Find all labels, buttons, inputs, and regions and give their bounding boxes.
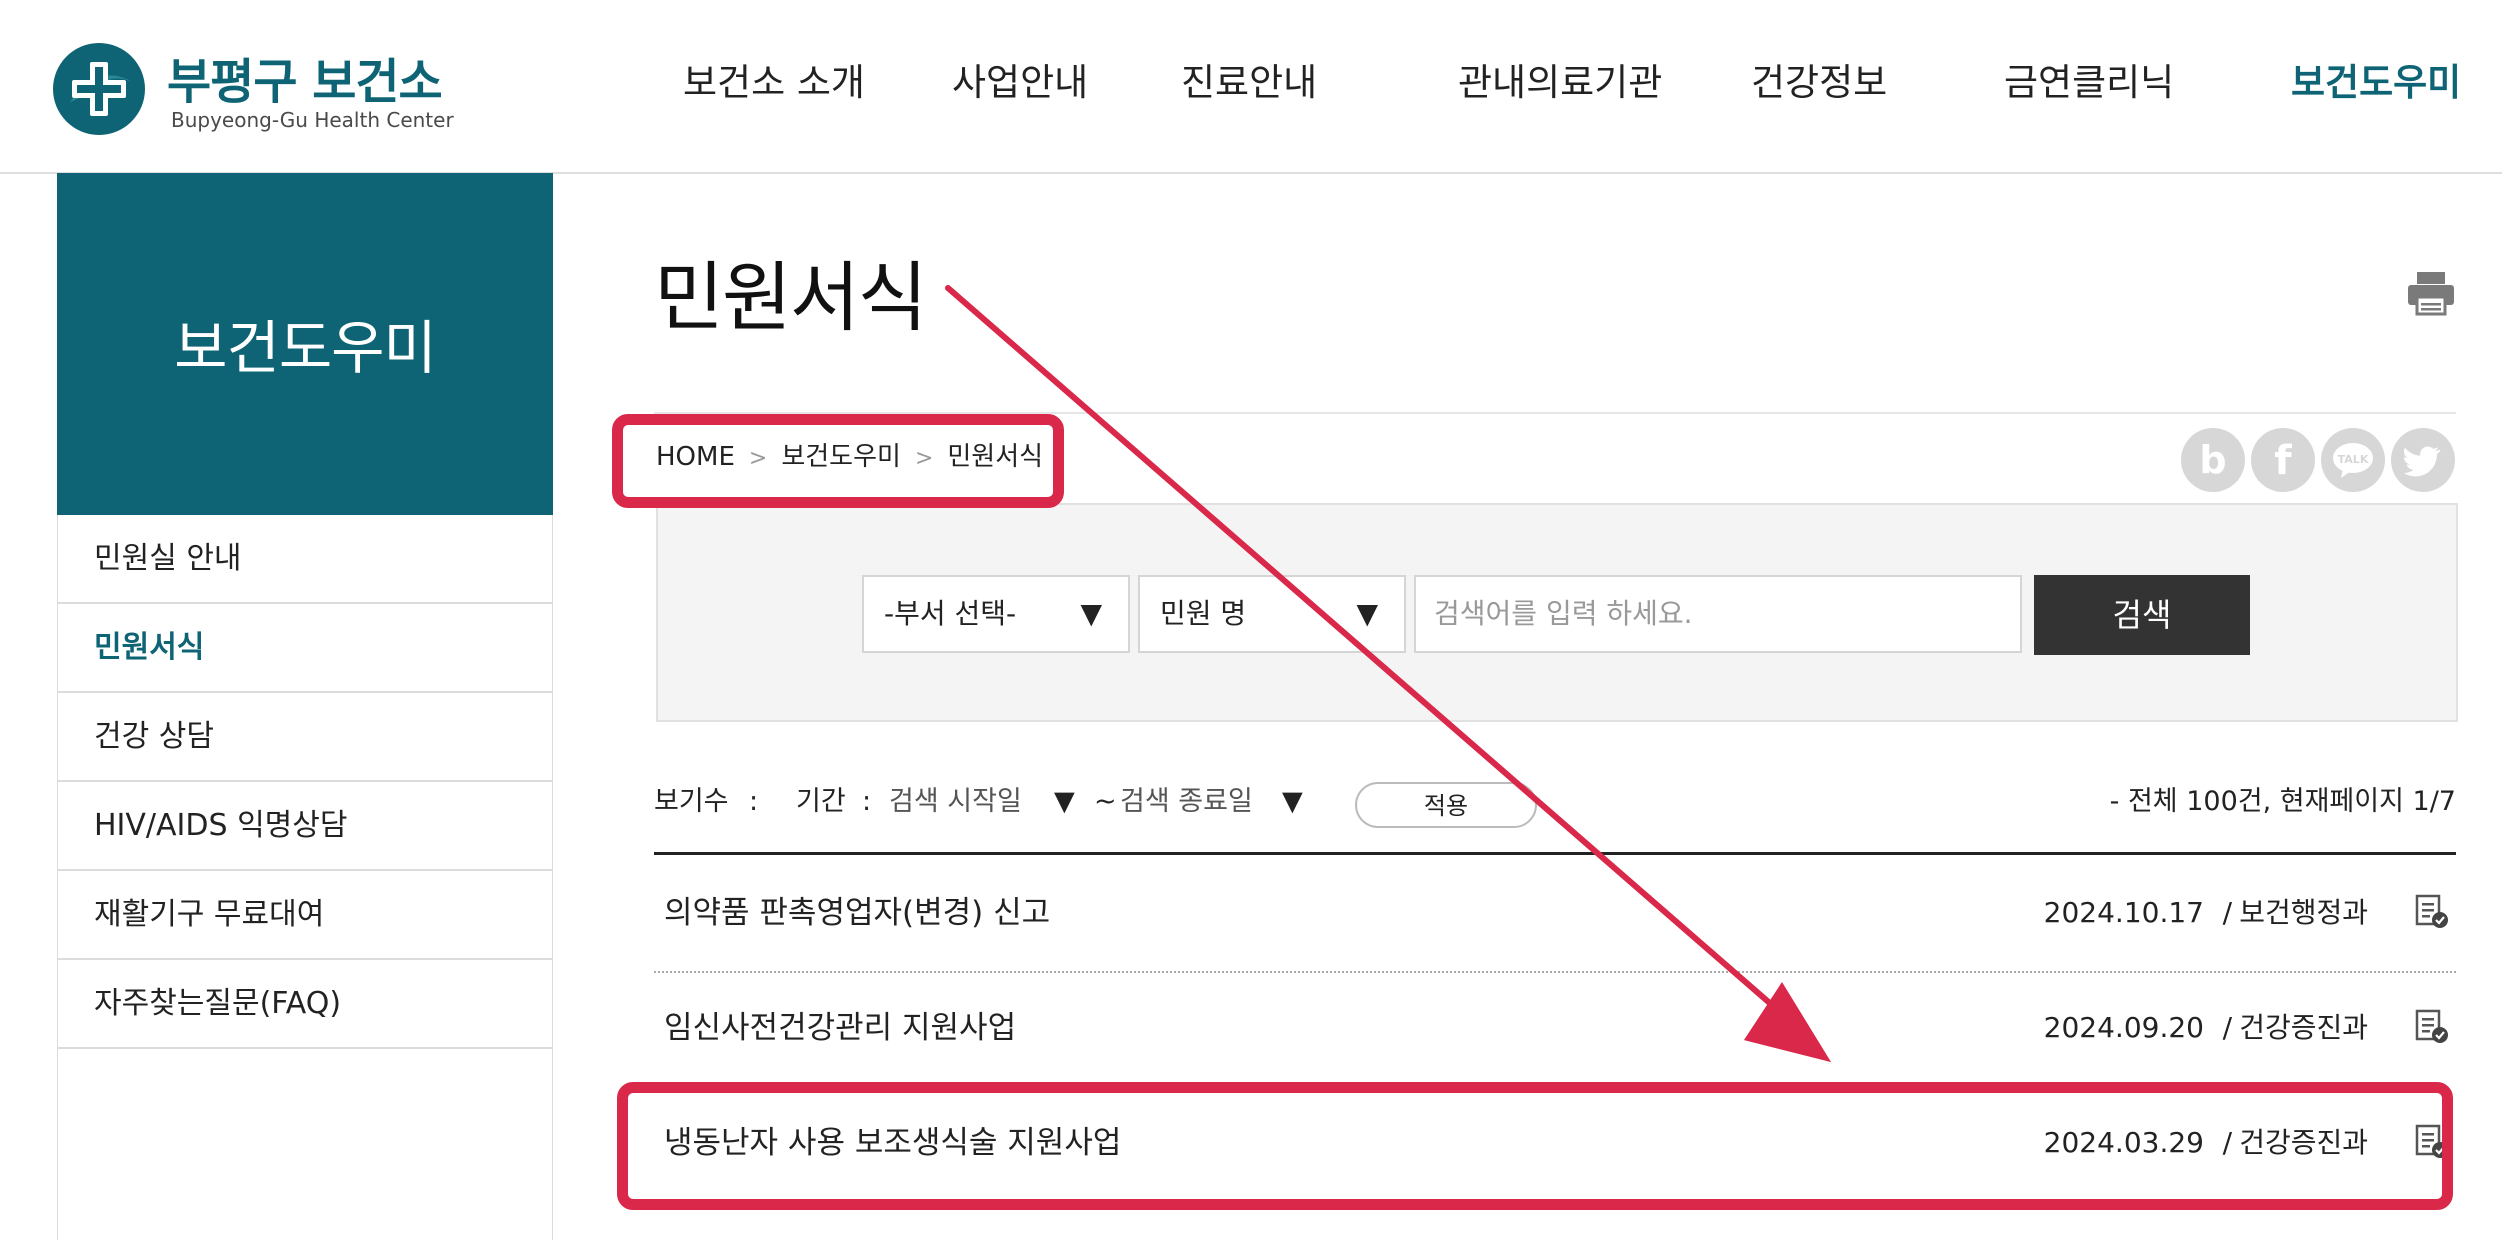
row-date: 2024.09.20 xyxy=(2043,1011,2204,1044)
colon: : xyxy=(749,786,759,817)
nav-item-health-helper[interactable]: 보건도우미 xyxy=(2291,52,2461,106)
nav-item-medical-institutions[interactable]: 관내의료기관 xyxy=(1458,52,1662,106)
page-title: 민원서식 xyxy=(654,253,928,342)
search-input[interactable]: 검색어를 입력 하세요. xyxy=(1414,575,2022,653)
row-date: 2024.10.17 xyxy=(2043,896,2204,929)
row-highlight-box xyxy=(617,1082,2453,1210)
sidebar-item-civil-office[interactable]: 민원실 안내 xyxy=(58,515,552,604)
tilde-separator: ~ xyxy=(1094,786,1117,817)
facebook-icon[interactable]: f xyxy=(2251,428,2315,492)
end-date-select[interactable]: 검색 종료일 xyxy=(1120,782,1253,822)
sidebar-menu: 민원실 안내 민원서식 건강 상담 HIV/AIDS 익명상담 재활기구 무료대… xyxy=(57,515,553,1240)
nav-item-smoking-clinic[interactable]: 금연클리닉 xyxy=(2004,52,2174,106)
apply-button[interactable]: 적용 xyxy=(1355,782,1537,828)
row-separator: / xyxy=(2222,896,2232,929)
department-select-value: -부서 선택- xyxy=(884,597,1017,630)
row-title[interactable]: 의약품 판촉영업자(변경) 신고 xyxy=(664,858,1050,968)
search-panel: -부서 선택- ▼ 민원 명 ▼ 검색어를 입력 하세요. 검색 xyxy=(656,503,2458,722)
list-top-border xyxy=(654,852,2456,855)
kakaotalk-icon[interactable]: TALK xyxy=(2321,428,2385,492)
search-field-select[interactable]: 민원 명 ▼ xyxy=(1138,575,1406,653)
department-select[interactable]: -부서 선택- ▼ xyxy=(862,575,1130,653)
nav-item-programs[interactable]: 사업안내 xyxy=(952,52,1088,106)
document-download-icon[interactable] xyxy=(2414,894,2450,930)
nav-item-about[interactable]: 보건소 소개 xyxy=(683,52,865,106)
nav-item-health-info[interactable]: 건강정보 xyxy=(1751,52,1887,106)
view-count-label: 보기수 xyxy=(654,786,729,817)
main-navigation: 보건소 소개 사업안내 진료안내 관내의료기관 건강정보 금연클리닉 보건도우미 xyxy=(0,52,2502,112)
row-department: 건강증진과 xyxy=(2239,1011,2368,1044)
total-count: - 전체 100건, 현재페이지 1/7 xyxy=(2109,786,2456,817)
period-label: 기간 xyxy=(796,786,846,817)
colon: : xyxy=(862,786,872,817)
dropdown-arrow-icon: ▼ xyxy=(1356,597,1378,630)
sidebar-item-hiv-aids[interactable]: HIV/AIDS 익명상담 xyxy=(58,782,552,871)
sidebar-heading: 보건도우미 xyxy=(57,173,553,515)
search-field-select-value: 민원 명 xyxy=(1160,597,1247,630)
document-download-icon[interactable] xyxy=(2414,1009,2450,1045)
sidebar-item-faq[interactable]: 자주찾는질문(FAQ) xyxy=(58,960,552,1049)
table-row[interactable]: 의약품 판촉영업자(변경) 신고 2024.10.17 / 보건행정과 xyxy=(654,858,2456,968)
sidebar-item-civil-forms[interactable]: 민원서식 xyxy=(58,604,552,693)
search-button[interactable]: 검색 xyxy=(2034,575,2250,655)
dropdown-arrow-icon: ▼ xyxy=(1080,597,1102,630)
svg-text:b: b xyxy=(2199,438,2226,482)
row-department: 보건행정과 xyxy=(2239,896,2368,929)
print-icon[interactable] xyxy=(2406,270,2456,316)
nav-item-clinic[interactable]: 진료안내 xyxy=(1181,52,1317,106)
start-date-select[interactable]: 검색 시작일 xyxy=(889,782,1022,822)
sidebar-item-health-consult[interactable]: 건강 상담 xyxy=(58,693,552,782)
twitter-icon[interactable] xyxy=(2391,428,2455,492)
svg-text:f: f xyxy=(2274,438,2292,484)
list-filter-bar: 보기수 : 기간 : 검색 시작일 ▼ ~ 검색 종료일 ▼ 적용 - 전체 1… xyxy=(654,782,2456,832)
row-title[interactable]: 임신사전건강관리 지원사업 xyxy=(664,973,1016,1083)
blog-icon[interactable]: b xyxy=(2181,428,2245,492)
breadcrumb-highlight-box xyxy=(612,414,1064,508)
site-header: 부평구 보건소 Bupyeong-Gu Health Center 보건소 소개… xyxy=(0,0,2502,174)
sidebar-title: 보건도우미 xyxy=(174,314,437,382)
svg-text:TALK: TALK xyxy=(2338,453,2369,466)
sidebar-item-rehab-rental[interactable]: 재활기구 무료대여 xyxy=(58,871,552,960)
row-separator: / xyxy=(2222,1011,2232,1044)
dropdown-arrow-icon[interactable]: ▼ xyxy=(1054,782,1075,822)
dropdown-arrow-icon[interactable]: ▼ xyxy=(1282,782,1303,822)
table-row[interactable]: 임신사전건강관리 지원사업 2024.09.20 / 건강증진과 xyxy=(654,973,2456,1083)
